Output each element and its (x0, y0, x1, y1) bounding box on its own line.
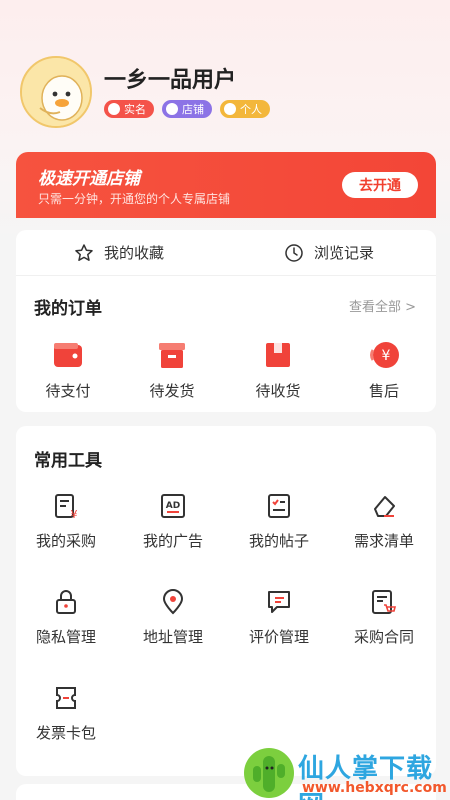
tool-purchase-contract[interactable]: 采购合同 (339, 588, 429, 647)
star-icon (75, 243, 93, 261)
eraser-icon (374, 496, 395, 517)
contract-cart-icon (372, 590, 397, 614)
watermark: 仙人掌下载网 www.hebxqrc.com (244, 744, 447, 800)
order-pending-receipt[interactable]: 待收货 (238, 338, 318, 401)
tool-label: 需求清单 (353, 532, 414, 550)
tool-my-purchases[interactable]: ¥ 我的采购 (21, 492, 111, 551)
tool-my-posts[interactable]: 我的帖子 (234, 492, 324, 551)
cactus-logo-icon (244, 748, 294, 798)
history-label: 浏览记录 (314, 244, 375, 262)
promo-title: 极速开通店铺 (38, 169, 140, 189)
tool-invoice-wallet[interactable]: 发票卡包 (21, 684, 111, 743)
clock-icon (285, 243, 303, 262)
order-pending-shipment[interactable]: 待发货 (132, 338, 212, 401)
view-all-orders-link[interactable]: 查看全部 > (349, 296, 416, 315)
tools-title: 常用工具 (34, 451, 102, 471)
tool-label: 我的采购 (35, 532, 96, 550)
package-icon (266, 343, 290, 367)
person-icon (224, 103, 236, 115)
tool-address[interactable]: 地址管理 (128, 588, 218, 647)
purchase-list-icon: ¥ (55, 494, 78, 520)
tool-my-ads[interactable]: AD 我的广告 (128, 492, 218, 551)
username: 一乡一品用户 (104, 68, 237, 93)
lock-icon (56, 590, 76, 614)
profile-section: 一乡一品用户 实名 店铺 个人 (20, 56, 430, 136)
open-store-button[interactable]: 去开通 (342, 172, 418, 198)
tool-label: 我的广告 (142, 532, 203, 550)
tool-label: 发票卡包 (35, 724, 96, 742)
order-after-sales[interactable]: ¥ 售后 (344, 338, 424, 401)
promo-subtitle: 只需一分钟，开通您的个人专属店铺 (38, 192, 231, 206)
order-label: 待支付 (45, 382, 91, 400)
open-store-banner[interactable]: 极速开通店铺 只需一分钟，开通您的个人专属店铺 去开通 (16, 152, 436, 218)
watermark-url: www.hebxqrc.com (302, 780, 447, 796)
order-pending-payment[interactable]: 待支付 (28, 338, 108, 401)
avatar[interactable] (20, 56, 92, 128)
order-label: 待发货 (149, 382, 195, 400)
tool-reviews[interactable]: 评价管理 (234, 588, 324, 647)
badge-label: 店铺 (182, 103, 204, 116)
tool-label: 采购合同 (353, 628, 414, 646)
checklist-icon (268, 494, 290, 518)
order-label: 售后 (368, 382, 399, 400)
tool-privacy[interactable]: 隐私管理 (21, 588, 111, 647)
wallet-icon (54, 343, 82, 367)
duck-avatar-icon (22, 58, 90, 126)
svg-text:AD: AD (166, 501, 180, 511)
order-label: 待收货 (255, 382, 301, 400)
svg-text:¥: ¥ (71, 508, 78, 520)
store-icon (166, 103, 178, 115)
badge-label: 实名 (124, 103, 146, 116)
tool-demand-list[interactable]: 需求清单 (339, 492, 429, 551)
realname-badge: 实名 (104, 100, 154, 118)
tool-label: 评价管理 (248, 628, 309, 646)
history-link[interactable]: 浏览记录 (284, 242, 374, 263)
location-pin-icon (162, 589, 184, 615)
ad-icon: AD (161, 494, 185, 518)
orders-title: 我的订单 (34, 299, 102, 319)
verified-icon (108, 103, 120, 115)
favorites-label: 我的收藏 (104, 244, 165, 262)
refund-icon: ¥ (370, 342, 399, 368)
comment-icon (268, 591, 290, 613)
tool-label: 我的帖子 (248, 532, 309, 550)
tool-label: 地址管理 (142, 628, 203, 646)
svg-text:¥: ¥ (382, 348, 391, 364)
tools-card: 常用工具 ¥ 我的采购 AD 我的广告 我的帖子 需求清单 隐私管理 地址管理 … (16, 426, 436, 776)
badge-list: 实名 店铺 个人 (104, 100, 270, 118)
store-badge: 店铺 (162, 100, 212, 118)
ticket-icon (56, 687, 76, 709)
box-icon (159, 343, 185, 368)
tool-label: 隐私管理 (35, 628, 96, 646)
quick-links: 我的收藏 浏览记录 (16, 230, 436, 276)
badge-label: 个人 (240, 103, 262, 116)
orders-card: 我的收藏 浏览记录 我的订单 查看全部 > 待支付 待发货 待收货 ¥ 售后 (16, 230, 436, 412)
personal-badge: 个人 (220, 100, 270, 118)
favorites-link[interactable]: 我的收藏 (74, 242, 164, 263)
